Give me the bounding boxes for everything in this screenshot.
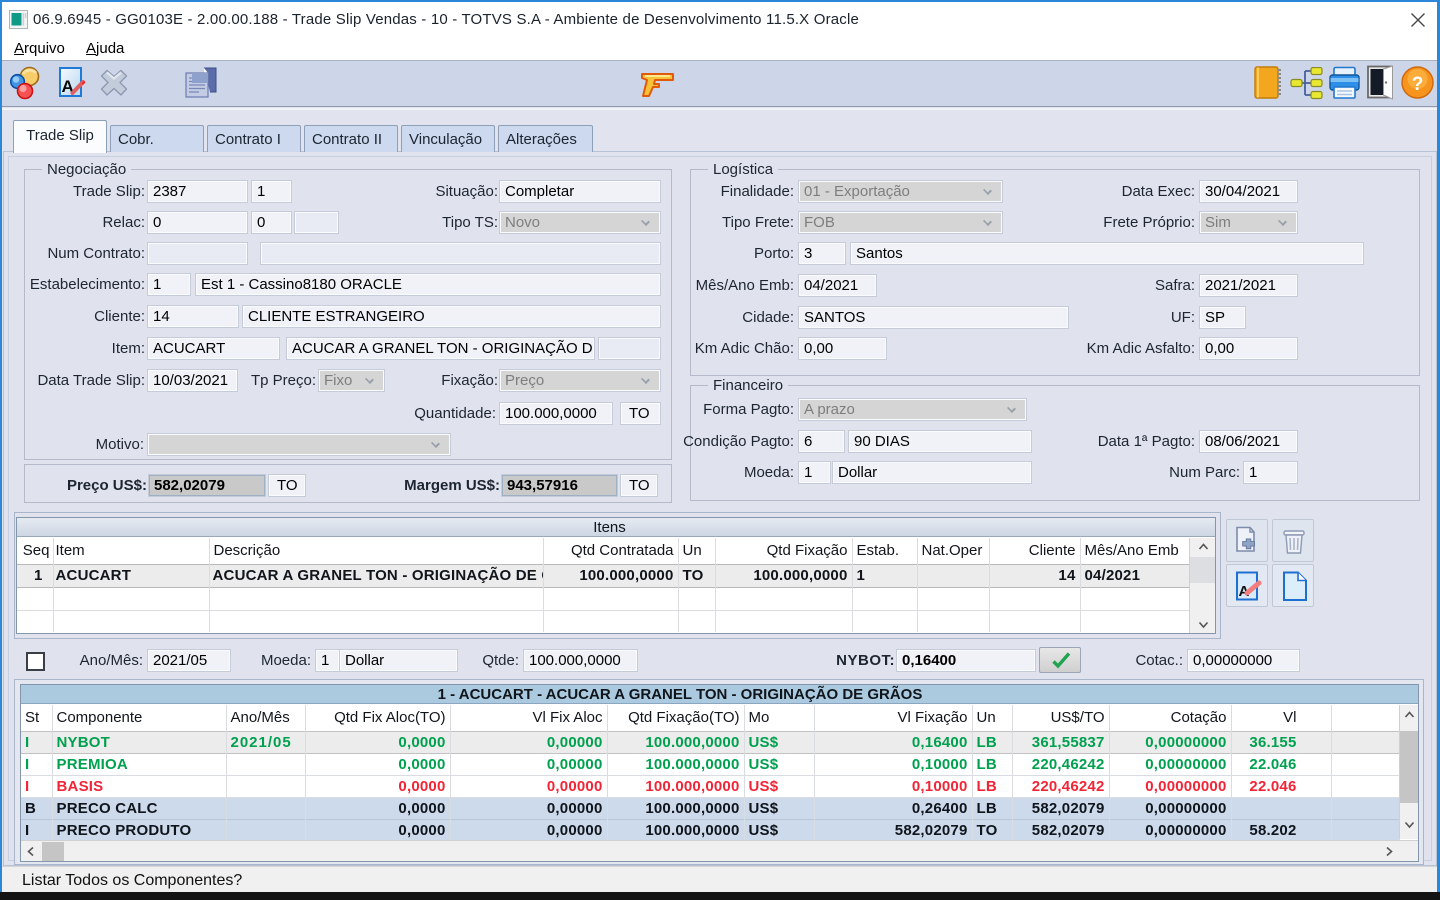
svg-text:?: ? xyxy=(1412,74,1424,95)
